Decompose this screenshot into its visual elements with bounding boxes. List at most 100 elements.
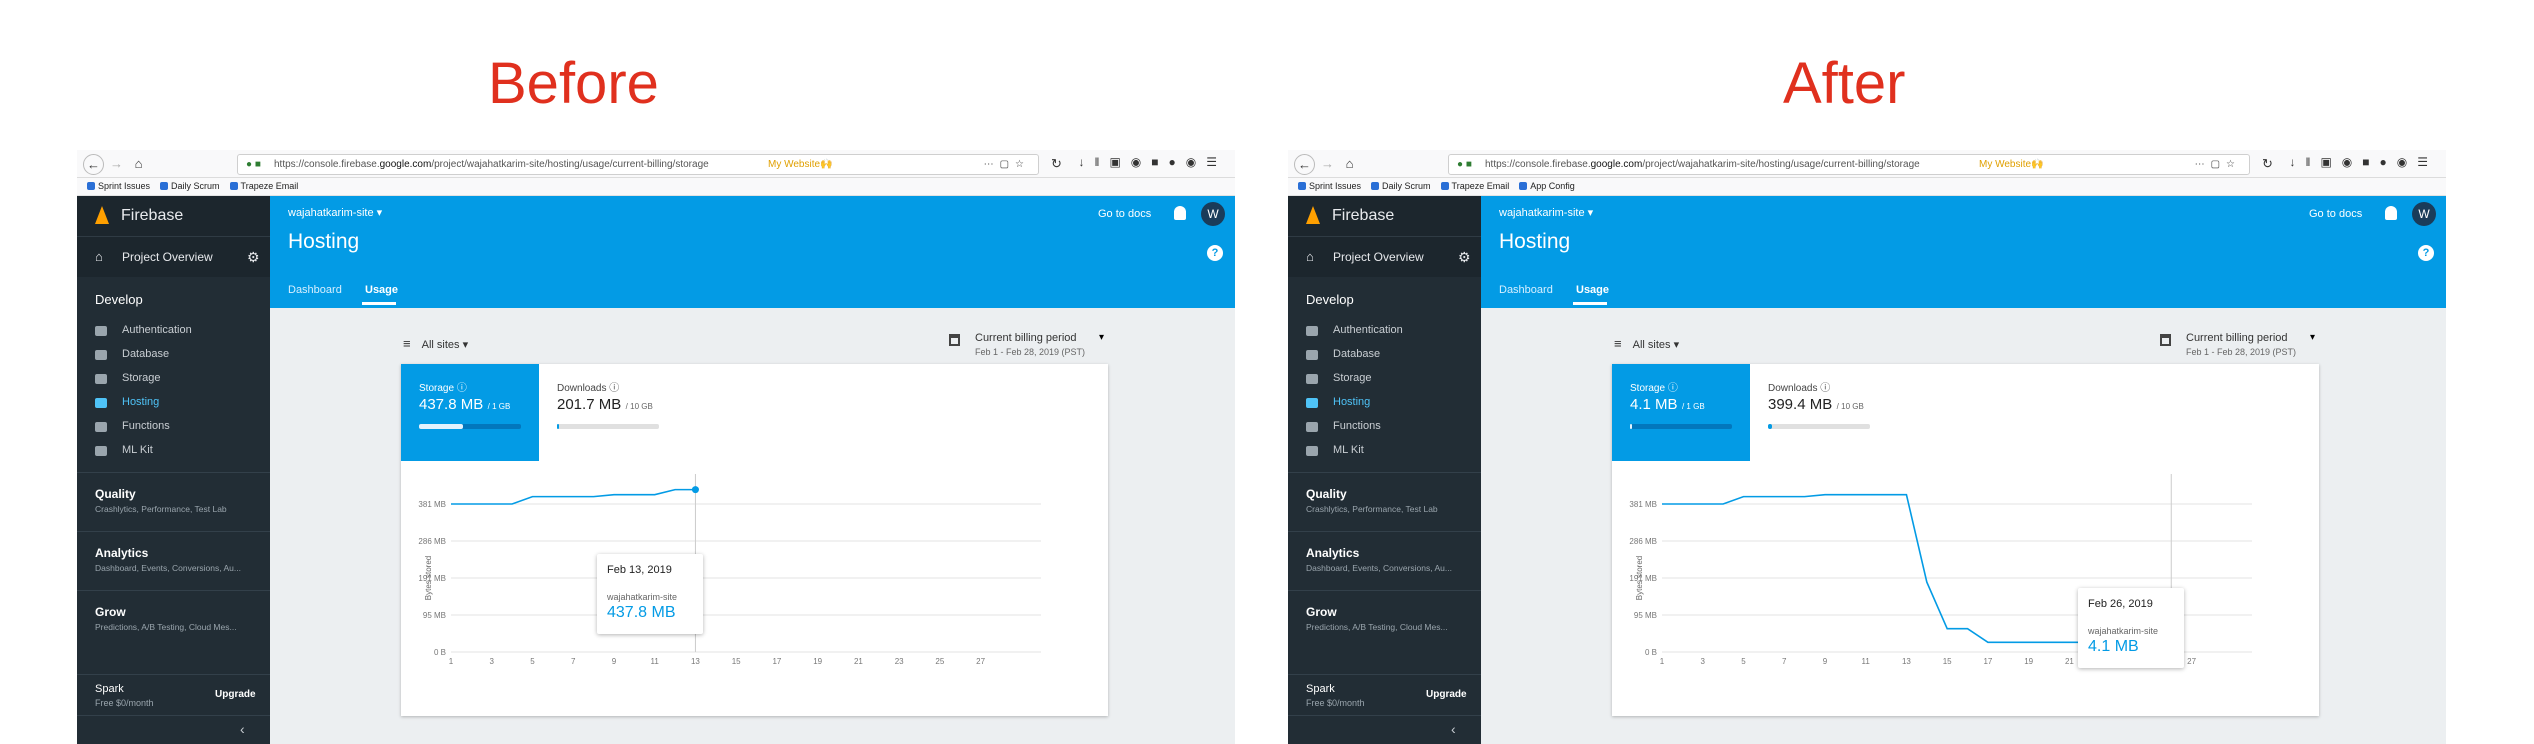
x-tick-label: 15 <box>1943 657 1952 666</box>
y-tick-label: 0 B <box>434 648 446 657</box>
storage-tile[interactable]: Storage ⓘ 4.1 MB / 1 GB <box>1612 364 1750 461</box>
x-tick-label: 13 <box>1902 657 1911 666</box>
sidebar-item-hosting[interactable]: Hosting <box>122 396 159 408</box>
tab-usage[interactable]: Usage <box>365 284 398 296</box>
upgrade-button[interactable]: Upgrade <box>215 689 256 700</box>
avatar[interactable]: W <box>1201 202 1225 226</box>
notifications-bell-icon[interactable] <box>1174 206 1186 220</box>
help-icon[interactable]: ? <box>1207 245 1223 261</box>
sidebar-item-authentication[interactable]: Authentication <box>1333 324 1403 336</box>
hosting-icon <box>95 398 107 408</box>
bookmark-item[interactable]: Sprint Issues <box>87 181 150 191</box>
site-filter[interactable]: ≡ All sites ▾ <box>1614 336 1679 351</box>
collapse-sidebar-button[interactable]: ‹ <box>1288 715 1481 744</box>
lock-icon: ● ■ <box>246 155 261 174</box>
sidebar-item-hosting[interactable]: Hosting <box>1333 396 1370 408</box>
home-icon[interactable]: ⌂ <box>1340 154 1359 173</box>
page-title: Hosting <box>288 230 359 254</box>
sidebar-item-functions[interactable]: Functions <box>122 420 170 432</box>
forward-icon[interactable]: → <box>1318 154 1337 173</box>
bookmark-my-website[interactable]: My Website🙌 <box>1979 155 2044 174</box>
go-to-docs-link[interactable]: Go to docs <box>1098 208 1151 220</box>
extension-icons[interactable]: ↓‖▣◉■●◉☰ <box>1079 155 1228 169</box>
sidebar: Firebase ⌂ Project Overview ⚙ Develop Au… <box>1288 196 1481 744</box>
sidebar-group-quality[interactable]: QualityCrashlytics, Performance, Test La… <box>1288 472 1481 531</box>
tooltip-date: Feb 13, 2019 <box>607 564 672 576</box>
sidebar-group-analytics[interactable]: AnalyticsDashboard, Events, Conversions,… <box>1288 531 1481 590</box>
bookmark-item[interactable]: Daily Scrum <box>1371 181 1431 191</box>
sidebar-group-quality[interactable]: QualityCrashlytics, Performance, Test La… <box>77 472 270 531</box>
storage-icon <box>1306 374 1318 384</box>
firebase-brand[interactable]: Firebase <box>77 196 270 236</box>
storage-progress-fill <box>1630 424 1632 429</box>
forward-icon[interactable]: → <box>107 154 126 173</box>
billing-period-selector[interactable]: Current billing period ▾ Feb 1 - Feb 28,… <box>949 332 1149 360</box>
storage-label: Storage <box>1630 383 1665 394</box>
x-tick-label: 13 <box>691 657 700 666</box>
downloads-tile[interactable]: Downloads ⓘ 201.7 MB / 10 GB <box>557 364 697 461</box>
bookmark-item[interactable]: Trapeze Email <box>230 181 299 191</box>
sidebar-item-ml-kit[interactable]: ML Kit <box>122 444 153 456</box>
go-to-docs-link[interactable]: Go to docs <box>2309 208 2362 220</box>
downloads-tile[interactable]: Downloads ⓘ 399.4 MB / 10 GB <box>1768 364 1908 461</box>
sidebar-item-database[interactable]: Database <box>1333 348 1380 360</box>
tab-dashboard[interactable]: Dashboard <box>1499 284 1553 296</box>
upgrade-button[interactable]: Upgrade <box>1426 689 1467 700</box>
x-tick-label: 25 <box>935 657 944 666</box>
sidebar-group-analytics[interactable]: AnalyticsDashboard, Events, Conversions,… <box>77 531 270 590</box>
home-icon[interactable]: ⌂ <box>129 154 148 173</box>
notifications-bell-icon[interactable] <box>2385 206 2397 220</box>
x-tick-label: 9 <box>1823 657 1828 666</box>
billing-period-selector[interactable]: Current billing period ▾ Feb 1 - Feb 28,… <box>2160 332 2360 360</box>
site-selector[interactable]: wajahatkarim-site ▾ <box>288 206 382 219</box>
reload-icon[interactable]: ↻ <box>1047 154 1066 173</box>
site-selector[interactable]: wajahatkarim-site ▾ <box>1499 206 1593 219</box>
sidebar-item-database[interactable]: Database <box>122 348 169 360</box>
ml-kit-icon <box>95 446 107 456</box>
address-bar[interactable]: ● ■ https://console.firebase.google.com/… <box>1448 154 2250 175</box>
tab-dashboard[interactable]: Dashboard <box>288 284 342 296</box>
downloads-value: 399.4 MB <box>1768 396 1832 413</box>
y-axis-label: Bytes stored <box>424 556 433 600</box>
project-overview-label: Project Overview <box>1333 237 1424 277</box>
bookmark-my-website[interactable]: My Website🙌 <box>768 155 833 174</box>
page-actions-icon[interactable]: ⋯▢☆ <box>2195 155 2241 174</box>
sidebar-item-storage[interactable]: Storage <box>122 372 161 384</box>
sidebar-item-functions[interactable]: Functions <box>1333 420 1381 432</box>
page-header: wajahatkarim-site ▾ Hosting Dashboard Us… <box>270 196 1235 308</box>
address-bar[interactable]: ● ■ https://console.firebase.google.com/… <box>237 154 1039 175</box>
reload-icon[interactable]: ↻ <box>2258 154 2277 173</box>
usage-card: Storage ⓘ 4.1 MB / 1 GB Downloads ⓘ 399.… <box>1612 364 2319 716</box>
storage-limit: / 1 GB <box>1682 402 1705 411</box>
firebase-brand[interactable]: Firebase <box>1288 196 1481 236</box>
bookmark-item[interactable]: Daily Scrum <box>160 181 220 191</box>
collapse-sidebar-button[interactable]: ‹ <box>77 715 270 744</box>
sidebar-group-grow[interactable]: GrowPredictions, A/B Testing, Cloud Mes.… <box>1288 590 1481 649</box>
x-tick-label: 1 <box>449 657 454 666</box>
help-icon[interactable]: ? <box>2418 245 2434 261</box>
tab-usage[interactable]: Usage <box>1576 284 1609 296</box>
project-overview[interactable]: ⌂ Project Overview ⚙ <box>77 236 270 277</box>
settings-gear-icon[interactable]: ⚙ <box>247 237 260 277</box>
project-overview[interactable]: ⌂ Project Overview ⚙ <box>1288 236 1481 277</box>
bookmark-item[interactable]: App Config <box>1519 181 1575 191</box>
x-tick-label: 27 <box>2187 657 2196 666</box>
storage-value: 437.8 MB <box>419 396 483 413</box>
back-icon[interactable]: ← <box>83 154 104 175</box>
bookmark-icon <box>1441 182 1449 190</box>
bookmark-item[interactable]: Sprint Issues <box>1298 181 1361 191</box>
avatar[interactable]: W <box>2412 202 2436 226</box>
storage-tile[interactable]: Storage ⓘ 437.8 MB / 1 GB <box>401 364 539 461</box>
back-icon[interactable]: ← <box>1294 154 1315 175</box>
sidebar-item-ml-kit[interactable]: ML Kit <box>1333 444 1364 456</box>
page-actions-icon[interactable]: ⋯▢☆ <box>984 155 1030 174</box>
settings-gear-icon[interactable]: ⚙ <box>1458 237 1471 277</box>
storage-progress-bar <box>419 424 521 429</box>
site-filter[interactable]: ≡ All sites ▾ <box>403 336 468 351</box>
sidebar-item-authentication[interactable]: Authentication <box>122 324 192 336</box>
bookmark-item[interactable]: Trapeze Email <box>1441 181 1510 191</box>
sidebar-item-storage[interactable]: Storage <box>1333 372 1372 384</box>
usage-card: Storage ⓘ 437.8 MB / 1 GB Downloads ⓘ 20… <box>401 364 1108 716</box>
extension-icons[interactable]: ↓‖▣◉■●◉☰ <box>2290 155 2439 169</box>
sidebar-group-grow[interactable]: GrowPredictions, A/B Testing, Cloud Mes.… <box>77 590 270 649</box>
